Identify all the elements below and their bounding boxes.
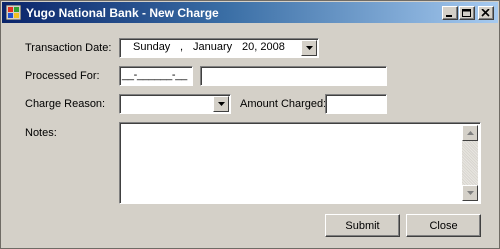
scroll-up-button[interactable] xyxy=(462,125,478,141)
app-icon xyxy=(6,5,21,20)
charge-reason-dropdown-button[interactable] xyxy=(213,96,229,112)
close-icon xyxy=(481,9,490,17)
submit-button[interactable]: Submit xyxy=(325,214,400,237)
charge-reason-combobox[interactable] xyxy=(119,94,231,114)
chevron-down-icon xyxy=(306,46,313,50)
notes-label: Notes: xyxy=(25,127,57,139)
close-button[interactable]: Close xyxy=(406,214,481,237)
transaction-date-picker[interactable]: Sunday , January 20, 2008 xyxy=(119,38,319,58)
new-charge-window: Yugo National Bank - New Charge Transact… xyxy=(0,0,500,249)
amount-charged-label: Amount Charged: xyxy=(240,98,327,110)
transaction-date-label: Transaction Date: xyxy=(25,42,112,54)
notes-textarea[interactable] xyxy=(119,122,481,204)
scroll-down-button[interactable] xyxy=(462,185,478,201)
title-bar[interactable]: Yugo National Bank - New Charge xyxy=(2,2,498,23)
maximize-button[interactable] xyxy=(459,6,475,20)
minimize-button[interactable] xyxy=(442,6,458,20)
minimize-icon xyxy=(446,15,452,17)
date-separator: , xyxy=(180,41,184,53)
charge-reason-label: Charge Reason: xyxy=(25,98,106,110)
customer-name-input[interactable] xyxy=(200,66,387,86)
amount-charged-input[interactable] xyxy=(325,94,387,114)
chevron-down-icon xyxy=(218,102,225,106)
window-title: Yugo National Bank - New Charge xyxy=(26,6,219,20)
account-mask: __-______-__ xyxy=(122,69,187,81)
account-number-input[interactable]: __-______-__ xyxy=(119,66,193,86)
processed-for-label: Processed For: xyxy=(25,70,100,82)
notes-scrollbar[interactable] xyxy=(462,125,478,201)
date-day-year[interactable]: 20, 2008 xyxy=(242,41,285,53)
chevron-up-icon xyxy=(467,131,474,135)
date-dropdown-button[interactable] xyxy=(301,40,317,56)
date-month[interactable]: January xyxy=(193,41,232,53)
chevron-down-icon xyxy=(467,191,474,195)
date-weekday[interactable]: Sunday xyxy=(133,41,170,53)
maximize-icon xyxy=(462,9,471,17)
close-window-button[interactable] xyxy=(478,6,494,20)
